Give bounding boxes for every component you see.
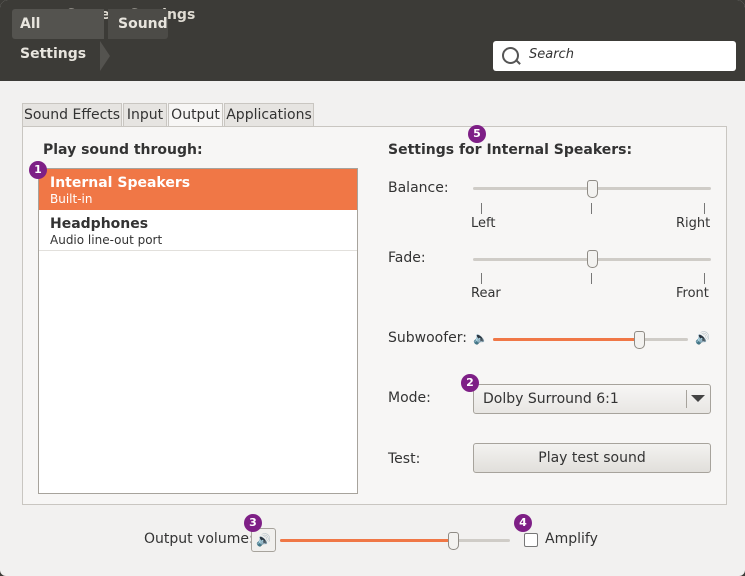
balance-label: Balance: <box>388 180 449 196</box>
annotation-marker: 4 <box>514 514 532 532</box>
mode-selected-value: Dolby Surround 6:1 <box>483 391 619 407</box>
play-through-heading: Play sound through: <box>43 142 203 158</box>
device-list: Internal Speakers Built-in Headphones Au… <box>38 168 358 494</box>
device-description: Audio line-out port <box>50 233 163 247</box>
fade-tick-center <box>591 273 592 284</box>
dropdown-separator <box>686 390 687 408</box>
breadcrumb-separator <box>100 41 110 71</box>
search-input[interactable]: Search <box>493 41 736 71</box>
chevron-down-icon <box>691 395 705 402</box>
breadcrumb-sound[interactable]: Sound <box>108 9 168 39</box>
breadcrumb-all-settings[interactable]: All Settings <box>12 9 104 62</box>
fade-label: Fade: <box>388 250 426 266</box>
annotation-marker: 1 <box>29 161 47 179</box>
fade-slider-handle[interactable] <box>587 250 598 268</box>
subwoofer-slider-handle[interactable] <box>634 331 646 349</box>
balance-tick-left <box>481 203 482 214</box>
mode-label: Mode: <box>388 390 431 406</box>
annotation-marker: 3 <box>244 514 262 532</box>
output-volume-label: Output volume: <box>144 531 254 547</box>
fade-tick-left <box>481 273 482 284</box>
settings-window: System Settings All Settings Sound Searc… <box>0 0 745 576</box>
balance-slider-handle[interactable] <box>587 180 598 198</box>
speaker-high-icon: 🔊 <box>695 331 710 345</box>
fade-front-label: Front <box>676 286 709 301</box>
list-item[interactable]: Internal Speakers Built-in <box>39 169 357 210</box>
balance-tick-center <box>591 203 592 214</box>
list-item[interactable]: Headphones Audio line-out port <box>39 210 357 251</box>
fade-rear-label: Rear <box>471 286 501 301</box>
balance-right-label: Right <box>676 216 711 231</box>
tab-output[interactable]: Output <box>168 103 223 128</box>
fade-tick-right <box>704 273 705 284</box>
device-name: Headphones <box>50 216 149 232</box>
search-placeholder: Search <box>529 47 574 62</box>
amplify-checkbox[interactable] <box>524 533 538 547</box>
search-icon <box>502 47 519 64</box>
tab-input[interactable]: Input <box>123 103 167 127</box>
subwoofer-slider-fill <box>493 338 640 341</box>
tab-sound-effects[interactable]: Sound Effects <box>22 103 122 127</box>
play-test-sound-button[interactable]: Play test sound <box>473 443 711 473</box>
volume-slider-fill <box>280 539 453 542</box>
device-description: Built-in <box>50 192 93 206</box>
balance-left-label: Left <box>471 216 496 231</box>
subwoofer-label: Subwoofer: <box>388 330 467 346</box>
amplify-label: Amplify <box>545 531 598 547</box>
tab-applications[interactable]: Applications <box>224 103 314 127</box>
volume-slider-handle[interactable] <box>447 532 459 550</box>
balance-tick-right <box>704 203 705 214</box>
speaker-settings-heading: Settings for Internal Speakers: <box>388 142 633 158</box>
speaker-icon: 🔊 <box>256 533 271 547</box>
speaker-low-icon: 🔈 <box>473 331 488 345</box>
device-name: Internal Speakers <box>50 175 191 191</box>
annotation-marker: 5 <box>468 125 486 143</box>
mode-dropdown[interactable]: Dolby Surround 6:1 <box>473 384 711 414</box>
annotation-marker: 2 <box>461 374 479 392</box>
test-label: Test: <box>388 451 421 467</box>
